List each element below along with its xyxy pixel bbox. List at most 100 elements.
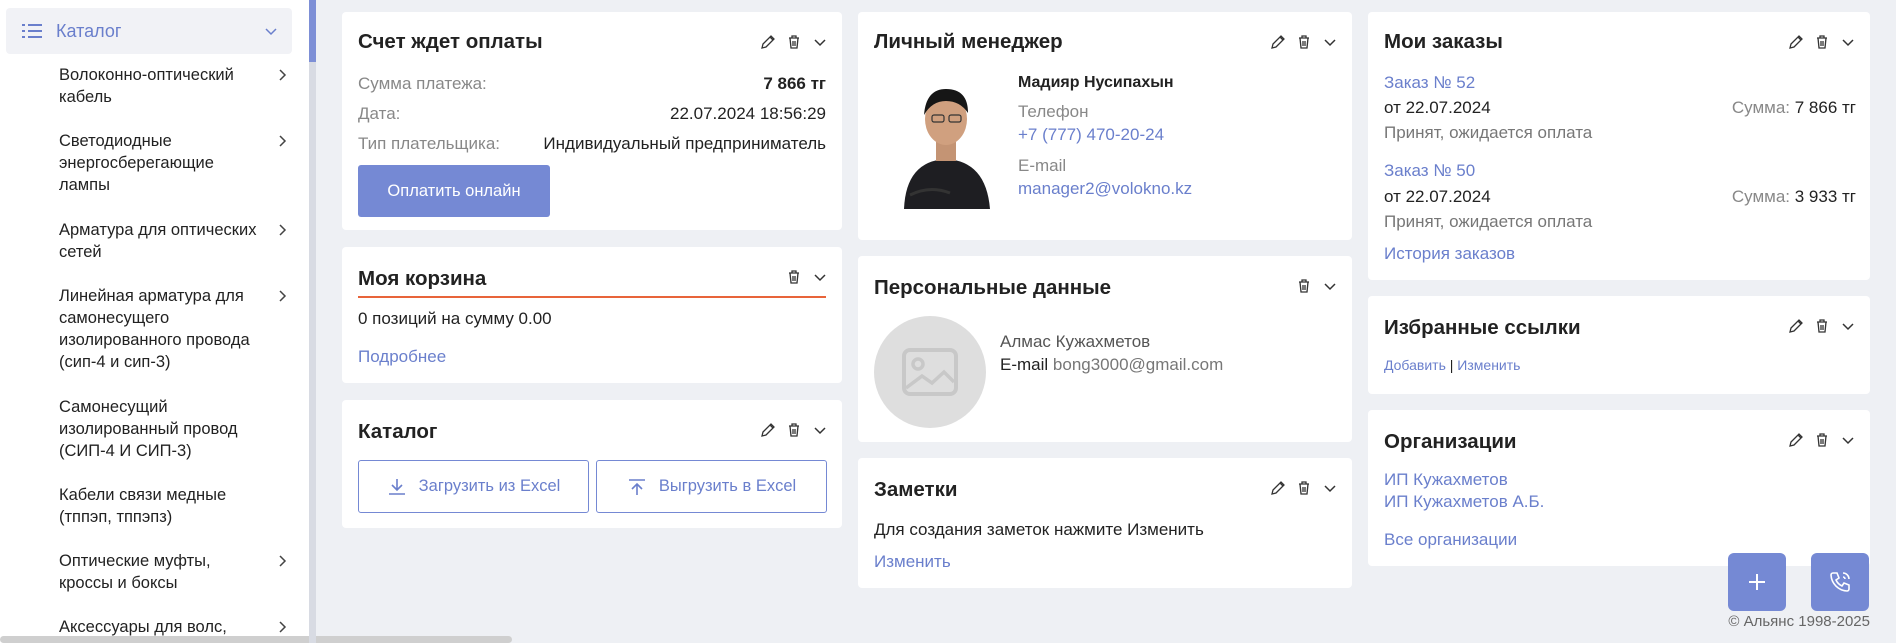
call-button[interactable] [1811,553,1869,611]
trash-icon[interactable] [1814,318,1830,334]
chevron-right-icon [279,621,287,633]
notes-edit-link[interactable]: Изменить [874,552,951,572]
organizations-card: Организации ИП Кужахметов ИП Кужахметов … [1368,410,1870,566]
order-sum-label: Сумма: [1731,98,1790,117]
date-value: 22.07.2024 18:56:29 [670,104,826,123]
personal-email-value: bong3000@gmail.com [1052,355,1224,374]
sidebar-horizontal-scrollbar[interactable] [0,636,512,643]
order-link[interactable]: Заказ № 50 [1384,161,1475,181]
manager-phone-link[interactable]: +7 (777) 470-20-24 [1018,125,1164,145]
pay-online-button[interactable]: Оплатить онлайн [358,165,550,217]
catalog-menu-header[interactable]: Каталог [6,8,292,54]
favorites-edit-link[interactable]: Изменить [1457,357,1520,373]
chevron-down-icon[interactable] [1840,318,1856,334]
sidebar-scrollbar-track[interactable] [309,0,316,643]
sidebar-item-copper-cables[interactable]: Кабели связи медные (тппэп, тппэпз) [59,484,289,528]
order-date: от 22.07.2024 [1384,187,1491,206]
download-icon [388,478,405,495]
amount-row: Сумма платежа: 7 866 тг [358,74,826,94]
notes-title: Заметки [874,478,958,501]
pencil-icon[interactable] [1270,34,1286,50]
trash-icon[interactable] [1814,432,1830,448]
sidebar-item-optical-couplers[interactable]: Оптические муфты, кроссы и боксы [59,550,289,594]
sidebar-scrollbar-thumb[interactable] [309,0,316,62]
trash-icon[interactable] [786,422,802,438]
trash-icon[interactable] [1296,480,1312,496]
organization-link[interactable]: ИП Кужахметов А.Б. [1384,492,1544,512]
order-history-link[interactable]: История заказов [1384,244,1515,264]
menu-list-icon [22,24,42,38]
footer-copyright: © Альянс 1998-2025 [1728,613,1870,630]
catalog-title: Каталог [358,420,438,443]
card-tools [1788,318,1856,334]
pencil-icon[interactable] [760,34,776,50]
trash-icon[interactable] [786,34,802,50]
chevron-down-icon[interactable] [1322,278,1338,294]
trash-icon[interactable] [1296,278,1312,294]
pencil-icon[interactable] [760,422,776,438]
payer-label: Тип плательщика: [358,134,501,153]
phone-icon [1830,572,1850,592]
chevron-right-icon [279,290,287,302]
chevron-down-icon[interactable] [1840,34,1856,50]
upload-icon [628,478,645,495]
card-tools [1270,480,1338,496]
favorites-card: Избранные ссылки Добавить | Изменить [1368,296,1870,394]
chevron-down-icon[interactable] [812,34,828,50]
cart-more-link[interactable]: Подробнее [358,347,446,367]
catalog-menu-title: Каталог [56,20,122,41]
all-organizations-link[interactable]: Все организации [1384,530,1517,550]
card-tools [786,269,828,285]
chevron-right-icon [279,135,287,147]
order-status: Принят, ожидается оплата [1384,123,1593,142]
card-tools [760,422,828,438]
upload-excel-label: Загрузить из Excel [418,477,561,495]
organizations-title: Организации [1384,430,1517,453]
manager-phone-label: Телефон [1018,102,1089,121]
favorites-links: Добавить | Изменить [1384,357,1520,373]
chevron-down-icon[interactable] [812,422,828,438]
trash-icon[interactable] [786,269,802,285]
personal-data-card: Персональные данные Алмас Кужахметов E-m… [858,256,1352,442]
export-excel-button[interactable]: Выгрузить в Excel [596,460,827,513]
sidebar-item-led-lamps[interactable]: Светодиодные энергосберегающие лампы [59,130,289,196]
add-widget-button[interactable] [1728,553,1786,611]
order-status: Принят, ожидается оплата [1384,212,1593,231]
date-row: Дата: 22.07.2024 18:56:29 [358,104,826,124]
pencil-icon[interactable] [1788,318,1804,334]
sidebar-item-linear-fittings[interactable]: Линейная арматура для самонесущего изоли… [59,285,289,373]
trash-icon[interactable] [1814,34,1830,50]
sidebar-item-accessories[interactable]: Аксессуары для волс, [59,616,289,638]
payer-row: Тип плательщика: Индивидуальный предприн… [358,134,826,154]
personal-name: Алмас Кужахметов [1000,332,1151,351]
order-sum-row: Сумма: 7 866 тг [1732,98,1856,118]
chevron-down-icon[interactable] [1322,480,1338,496]
trash-icon[interactable] [1296,34,1312,50]
manager-photo [890,89,1002,209]
upload-excel-button[interactable]: Загрузить из Excel [358,460,589,513]
sidebar-item-sip-wire[interactable]: Самонесущий изолированный провод (СИП-4 … [59,396,289,462]
manager-email-link[interactable]: manager2@volokno.kz [1018,179,1192,199]
pencil-icon[interactable] [1788,34,1804,50]
sidebar-item-label: Самонесущий изолированный провод (СИП-4 … [59,398,238,460]
chevron-down-icon[interactable] [1840,432,1856,448]
amount-label: Сумма платежа: [358,74,487,93]
favorites-add-link[interactable]: Добавить [1384,357,1446,373]
chevron-right-icon [279,555,287,567]
manager-title: Личный менеджер [874,30,1063,53]
order-link[interactable]: Заказ № 52 [1384,73,1475,93]
sidebar-item-optical-fittings[interactable]: Арматура для оптических сетей [59,219,289,263]
pencil-icon[interactable] [1788,432,1804,448]
pencil-icon[interactable] [1270,480,1286,496]
chevron-down-icon[interactable] [812,269,828,285]
sidebar: Каталог Волоконно-оптический кабель Свет… [0,0,512,643]
sidebar-item-fiber-cable[interactable]: Волоконно-оптический кабель [59,64,289,108]
organization-link[interactable]: ИП Кужахметов [1384,470,1508,490]
orders-card: Мои заказы Заказ № 52 от 22.07.2024 Сумм… [1368,12,1870,280]
cart-card: Моя корзина 0 позиций на сумму 0.00 Подр… [342,247,842,383]
chevron-down-icon[interactable] [1322,34,1338,50]
sidebar-item-label: Волоконно-оптический кабель [59,66,234,106]
invoice-card: Счет ждет оплаты Сумма платежа: 7 866 тг… [342,12,842,230]
cart-summary: 0 позиций на сумму 0.00 [358,309,552,328]
cart-underline [358,296,826,298]
